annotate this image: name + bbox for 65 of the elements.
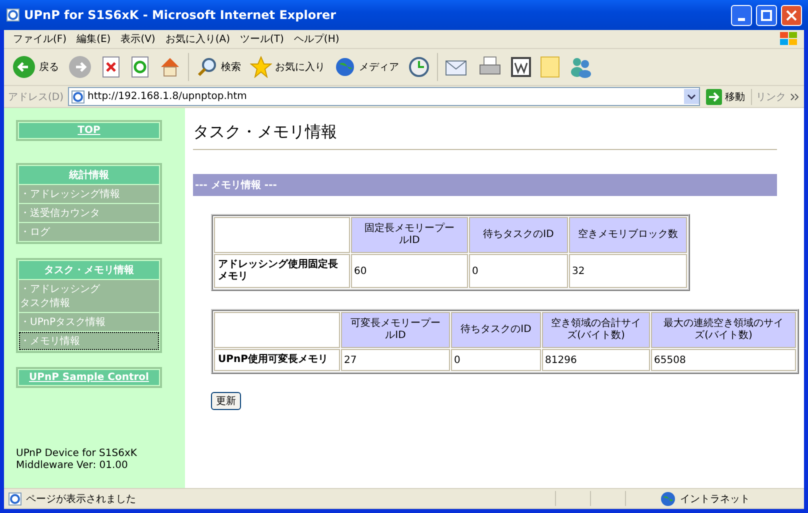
media-button[interactable]: メディア xyxy=(332,54,401,80)
history-icon xyxy=(408,56,430,78)
menu-item[interactable]: お気に入り(A) xyxy=(160,32,235,46)
address-label: アドレス(D) xyxy=(8,90,64,104)
column-header: 待ちタスクのID xyxy=(451,312,541,348)
table-cell: 32 xyxy=(569,254,687,288)
column-header: 最大の連続空き領域のサイズ(バイト数) xyxy=(651,312,796,348)
minimize-button[interactable] xyxy=(731,4,752,26)
column-header: 空き領域の合計サイズ(バイト数) xyxy=(542,312,650,348)
refresh-icon xyxy=(130,56,150,78)
stop-icon xyxy=(101,56,121,78)
document-icon xyxy=(511,57,531,77)
table-cell: 65508 xyxy=(651,349,796,371)
page-heading: タスク・メモリ情報 xyxy=(193,122,777,150)
footer-text: UPnP Device for S1S6xK xyxy=(16,448,138,460)
star-icon xyxy=(250,56,272,78)
maximize-button[interactable] xyxy=(756,4,777,26)
edit-button[interactable] xyxy=(509,55,533,79)
status-text: ページが表示されました xyxy=(26,492,137,506)
menu-item[interactable]: ヘルプ(H) xyxy=(288,32,344,46)
column-header: 固定長メモリープールID xyxy=(351,217,468,253)
table-cell: 0 xyxy=(469,254,568,288)
chevron-icon[interactable] xyxy=(790,92,800,102)
refresh-button[interactable]: 更新 xyxy=(211,392,241,410)
column-header: 可変長メモリープールID xyxy=(341,312,450,348)
back-button[interactable]: 戻る xyxy=(10,53,61,81)
maximize-icon xyxy=(761,10,772,20)
search-button[interactable]: 検索 xyxy=(194,54,243,80)
note-icon xyxy=(540,56,560,78)
column-header: 空きメモリブロック数 xyxy=(569,217,687,253)
globe-icon xyxy=(334,56,356,78)
address-field[interactable]: http://192.168.1.8/upnptop.htm xyxy=(68,87,700,106)
table-cell: 0 xyxy=(451,349,541,371)
favorites-button[interactable]: お気に入り xyxy=(248,54,327,80)
menu-item[interactable]: ファイル(F) xyxy=(8,32,72,46)
footer-text: Middleware Ver: 01.00 xyxy=(16,460,129,472)
menu-heading: 統計情報 xyxy=(19,166,159,184)
home-icon xyxy=(159,56,181,78)
go-arrow-icon xyxy=(706,88,722,104)
page-icon xyxy=(6,8,20,22)
row-header: アドレッシング使用固定長メモリ xyxy=(214,254,350,288)
dropdown-icon[interactable] xyxy=(684,89,699,104)
zone-text: イントラネット xyxy=(680,492,751,506)
close-button[interactable] xyxy=(781,4,802,26)
table-cell: 60 xyxy=(351,254,468,288)
people-icon xyxy=(569,56,593,78)
menu-heading: タスク・メモリ情報 xyxy=(19,261,159,279)
page-icon xyxy=(70,90,85,104)
column-header: 待ちタスクのID xyxy=(469,217,568,253)
menu-item[interactable]: ツール(T) xyxy=(235,32,289,46)
row-header: UPnP使用可変長メモリ xyxy=(214,349,340,371)
history-button[interactable] xyxy=(406,54,432,80)
table-cell: 27 xyxy=(341,349,450,371)
go-button[interactable]: 移動 xyxy=(704,86,747,106)
page-icon xyxy=(8,492,22,506)
menu-item[interactable]: 編集(E) xyxy=(72,32,116,46)
search-icon xyxy=(196,56,218,78)
minimize-icon xyxy=(738,18,745,20)
table-cell: 81296 xyxy=(542,349,650,371)
menu-item[interactable]: 表示(V) xyxy=(116,32,160,46)
section-header: --- メモリ情報 --- xyxy=(193,174,777,196)
globe-icon xyxy=(660,490,676,506)
window-title: UPnP for S1S6xK - Microsoft Internet Explorer xyxy=(24,8,338,22)
close-icon xyxy=(786,10,797,20)
flag-logo-icon xyxy=(778,31,800,47)
